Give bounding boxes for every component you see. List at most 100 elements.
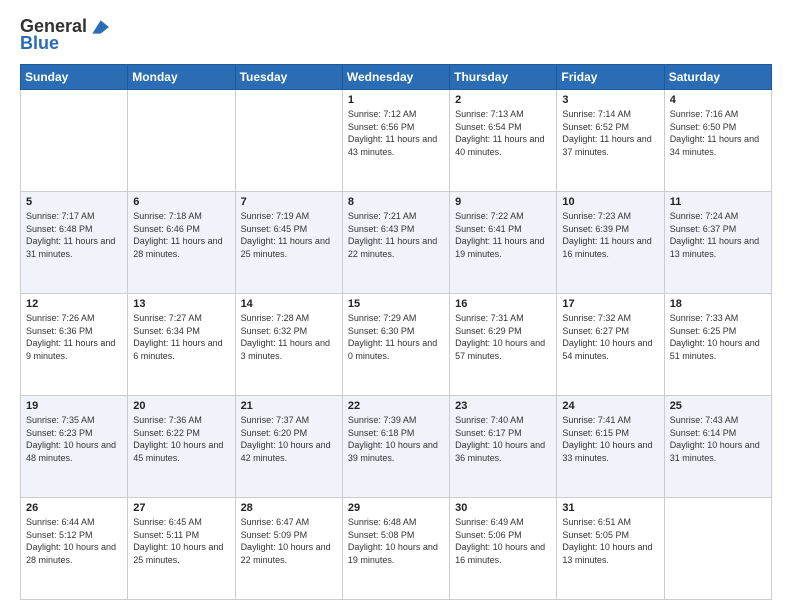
day-number: 10 <box>562 196 658 208</box>
week-row-3: 12Sunrise: 7:26 AM Sunset: 6:36 PM Dayli… <box>21 294 772 396</box>
day-info: Sunrise: 7:19 AM Sunset: 6:45 PM Dayligh… <box>241 210 337 260</box>
day-number: 5 <box>26 196 122 208</box>
day-info: Sunrise: 7:31 AM Sunset: 6:29 PM Dayligh… <box>455 312 551 362</box>
calendar-cell: 4Sunrise: 7:16 AM Sunset: 6:50 PM Daylig… <box>664 90 771 192</box>
calendar-cell: 17Sunrise: 7:32 AM Sunset: 6:27 PM Dayli… <box>557 294 664 396</box>
day-number: 9 <box>455 196 551 208</box>
day-info: Sunrise: 7:33 AM Sunset: 6:25 PM Dayligh… <box>670 312 766 362</box>
weekday-header-wednesday: Wednesday <box>342 65 449 90</box>
day-info: Sunrise: 7:24 AM Sunset: 6:37 PM Dayligh… <box>670 210 766 260</box>
week-row-2: 5 Sunrise: 7:17 AM Sunset: 6:48 PM Daylig… <box>21 192 772 294</box>
weekday-header-tuesday: Tuesday <box>235 65 342 90</box>
day-number: 16 <box>455 298 551 310</box>
day-info: Sunrise: 6:49 AM Sunset: 5:06 PM Dayligh… <box>455 516 551 566</box>
week-row-5: 26Sunrise: 6:44 AM Sunset: 5:12 PM Dayli… <box>21 498 772 600</box>
calendar-cell: 28 Sunrise: 6:47 AM Sunset: 5:09 PM Dayli… <box>235 498 342 600</box>
calendar-cell <box>128 90 235 192</box>
day-info: Sunrise: 7:39 AM Sunset: 6:18 PM Dayligh… <box>348 414 444 464</box>
calendar-cell: 10 Sunrise: 7:23 AM Sunset: 6:39 PM Dayli… <box>557 192 664 294</box>
calendar-cell: 19Sunrise: 7:35 AM Sunset: 6:23 PM Dayli… <box>21 396 128 498</box>
calendar-cell: 8 Sunrise: 7:21 AM Sunset: 6:43 PM Daylig… <box>342 192 449 294</box>
day-info: Sunrise: 7:12 AM Sunset: 6:56 PM Dayligh… <box>348 108 444 158</box>
weekday-header-sunday: Sunday <box>21 65 128 90</box>
day-number: 20 <box>133 400 229 412</box>
calendar-cell: 18 Sunrise: 7:33 AM Sunset: 6:25 PM Dayli… <box>664 294 771 396</box>
calendar-cell: 2Sunrise: 7:13 AM Sunset: 6:54 PM Daylig… <box>450 90 557 192</box>
day-number: 30 <box>455 502 551 514</box>
day-number: 26 <box>26 502 122 514</box>
day-number: 21 <box>241 400 337 412</box>
weekday-header-friday: Friday <box>557 65 664 90</box>
day-number: 6 <box>133 196 229 208</box>
calendar-cell: 29 Sunrise: 6:48 AM Sunset: 5:08 PM Dayli… <box>342 498 449 600</box>
day-number: 28 <box>241 502 337 514</box>
calendar-cell: 15 Sunrise: 7:29 AM Sunset: 6:30 PM Dayli… <box>342 294 449 396</box>
day-number: 14 <box>241 298 337 310</box>
day-info: Sunrise: 6:51 AM Sunset: 5:05 PM Dayligh… <box>562 516 658 566</box>
day-number: 7 <box>241 196 337 208</box>
calendar-table: SundayMondayTuesdayWednesdayThursdayFrid… <box>20 64 772 600</box>
day-info: Sunrise: 7:28 AM Sunset: 6:32 PM Dayligh… <box>241 312 337 362</box>
day-info: Sunrise: 6:47 AM Sunset: 5:09 PM Dayligh… <box>241 516 337 566</box>
calendar-cell: 13 Sunrise: 7:27 AM Sunset: 6:34 PM Dayli… <box>128 294 235 396</box>
day-number: 27 <box>133 502 229 514</box>
day-info: Sunrise: 7:43 AM Sunset: 6:14 PM Dayligh… <box>670 414 766 464</box>
day-number: 22 <box>348 400 444 412</box>
day-info: Sunrise: 7:26 AM Sunset: 6:36 PM Dayligh… <box>26 312 122 362</box>
day-info: Sunrise: 7:29 AM Sunset: 6:30 PM Dayligh… <box>348 312 444 362</box>
calendar-cell: 25 Sunrise: 7:43 AM Sunset: 6:14 PM Dayli… <box>664 396 771 498</box>
calendar-cell: 11 Sunrise: 7:24 AM Sunset: 6:37 PM Dayli… <box>664 192 771 294</box>
calendar-cell: 7 Sunrise: 7:19 AM Sunset: 6:45 PM Daylig… <box>235 192 342 294</box>
day-info: Sunrise: 7:14 AM Sunset: 6:52 PM Dayligh… <box>562 108 658 158</box>
calendar-cell: 3 Sunrise: 7:14 AM Sunset: 6:52 PM Daylig… <box>557 90 664 192</box>
day-number: 23 <box>455 400 551 412</box>
day-number: 25 <box>670 400 766 412</box>
day-number: 31 <box>562 502 658 514</box>
calendar-cell: 20 Sunrise: 7:36 AM Sunset: 6:22 PM Dayli… <box>128 396 235 498</box>
day-info: Sunrise: 6:48 AM Sunset: 5:08 PM Dayligh… <box>348 516 444 566</box>
calendar-cell: 23Sunrise: 7:40 AM Sunset: 6:17 PM Dayli… <box>450 396 557 498</box>
day-info: Sunrise: 7:17 AM Sunset: 6:48 PM Dayligh… <box>26 210 122 260</box>
day-info: Sunrise: 7:18 AM Sunset: 6:46 PM Dayligh… <box>133 210 229 260</box>
calendar-cell: 21 Sunrise: 7:37 AM Sunset: 6:20 PM Dayli… <box>235 396 342 498</box>
day-number: 19 <box>26 400 122 412</box>
weekday-header-row: SundayMondayTuesdayWednesdayThursdayFrid… <box>21 65 772 90</box>
calendar-cell: 14 Sunrise: 7:28 AM Sunset: 6:32 PM Dayli… <box>235 294 342 396</box>
day-info: Sunrise: 7:23 AM Sunset: 6:39 PM Dayligh… <box>562 210 658 260</box>
weekday-header-thursday: Thursday <box>450 65 557 90</box>
day-number: 24 <box>562 400 658 412</box>
day-number: 15 <box>348 298 444 310</box>
day-number: 8 <box>348 196 444 208</box>
calendar-cell: 1 Sunrise: 7:12 AM Sunset: 6:56 PM Daylig… <box>342 90 449 192</box>
weekday-header-monday: Monday <box>128 65 235 90</box>
day-info: Sunrise: 7:41 AM Sunset: 6:15 PM Dayligh… <box>562 414 658 464</box>
day-number: 29 <box>348 502 444 514</box>
day-info: Sunrise: 7:21 AM Sunset: 6:43 PM Dayligh… <box>348 210 444 260</box>
day-info: Sunrise: 7:37 AM Sunset: 6:20 PM Dayligh… <box>241 414 337 464</box>
day-info: Sunrise: 7:27 AM Sunset: 6:34 PM Dayligh… <box>133 312 229 362</box>
day-number: 13 <box>133 298 229 310</box>
calendar-cell: 9 Sunrise: 7:22 AM Sunset: 6:41 PM Daylig… <box>450 192 557 294</box>
day-number: 3 <box>562 94 658 106</box>
day-number: 18 <box>670 298 766 310</box>
day-number: 1 <box>348 94 444 106</box>
calendar-cell: 6 Sunrise: 7:18 AM Sunset: 6:46 PM Daylig… <box>128 192 235 294</box>
calendar-cell: 30 Sunrise: 6:49 AM Sunset: 5:06 PM Dayli… <box>450 498 557 600</box>
calendar-cell: 24 Sunrise: 7:41 AM Sunset: 6:15 PM Dayli… <box>557 396 664 498</box>
day-info: Sunrise: 7:13 AM Sunset: 6:54 PM Dayligh… <box>455 108 551 158</box>
calendar-cell <box>235 90 342 192</box>
day-info: Sunrise: 7:22 AM Sunset: 6:41 PM Dayligh… <box>455 210 551 260</box>
week-row-4: 19Sunrise: 7:35 AM Sunset: 6:23 PM Dayli… <box>21 396 772 498</box>
day-info: Sunrise: 7:36 AM Sunset: 6:22 PM Dayligh… <box>133 414 229 464</box>
calendar-cell: 16 Sunrise: 7:31 AM Sunset: 6:29 PM Dayli… <box>450 294 557 396</box>
day-number: 17 <box>562 298 658 310</box>
calendar-cell: 27Sunrise: 6:45 AM Sunset: 5:11 PM Dayli… <box>128 498 235 600</box>
header: General Blue <box>20 16 772 54</box>
logo: General Blue <box>20 16 109 54</box>
calendar-cell: 31 Sunrise: 6:51 AM Sunset: 5:05 PM Dayli… <box>557 498 664 600</box>
calendar-cell: 5 Sunrise: 7:17 AM Sunset: 6:48 PM Daylig… <box>21 192 128 294</box>
calendar-cell: 22 Sunrise: 7:39 AM Sunset: 6:18 PM Dayli… <box>342 396 449 498</box>
day-number: 11 <box>670 196 766 208</box>
day-info: Sunrise: 7:16 AM Sunset: 6:50 PM Dayligh… <box>670 108 766 158</box>
logo-icon <box>89 17 109 37</box>
